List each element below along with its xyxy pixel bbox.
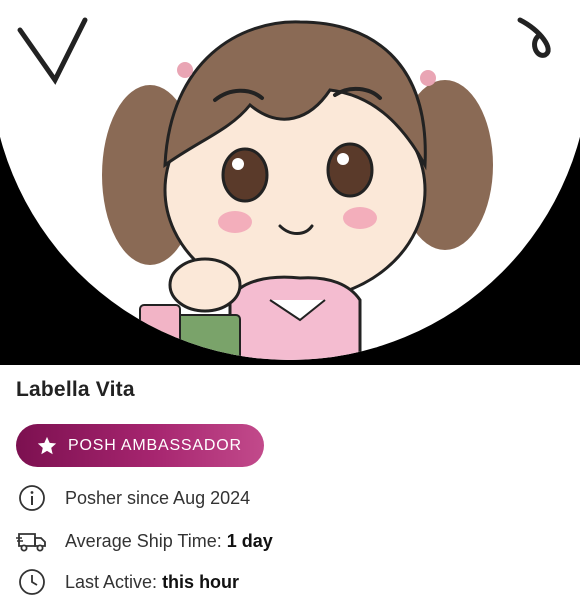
last-active-label: Last Active: (65, 571, 158, 592)
delivery-truck-icon (16, 525, 48, 557)
clock-icon (16, 566, 48, 598)
ship-time-label: Average Ship Time: (65, 530, 222, 551)
star-icon (36, 435, 58, 457)
posher-since-text: Posher since Aug 2024 (65, 487, 251, 508)
ship-time-value: 1 day (226, 530, 273, 551)
profile-header-banner (0, 0, 580, 365)
info-row-ship-time: Average Ship Time: 1 day (16, 525, 273, 557)
badge-label: POSH AMBASSADOR (68, 436, 242, 454)
avatar-illustration (17, 17, 551, 360)
profile-avatar[interactable] (0, 0, 580, 360)
last-active-value: this hour (162, 571, 240, 592)
posh-ambassador-badge[interactable]: POSH AMBASSADOR (16, 424, 264, 467)
profile-name: Labella Vita (16, 378, 135, 401)
info-row-last-active: Last Active: this hour (16, 566, 239, 598)
info-circle-icon (16, 482, 48, 514)
info-row-posher-since: Posher since Aug 2024 (16, 482, 250, 514)
